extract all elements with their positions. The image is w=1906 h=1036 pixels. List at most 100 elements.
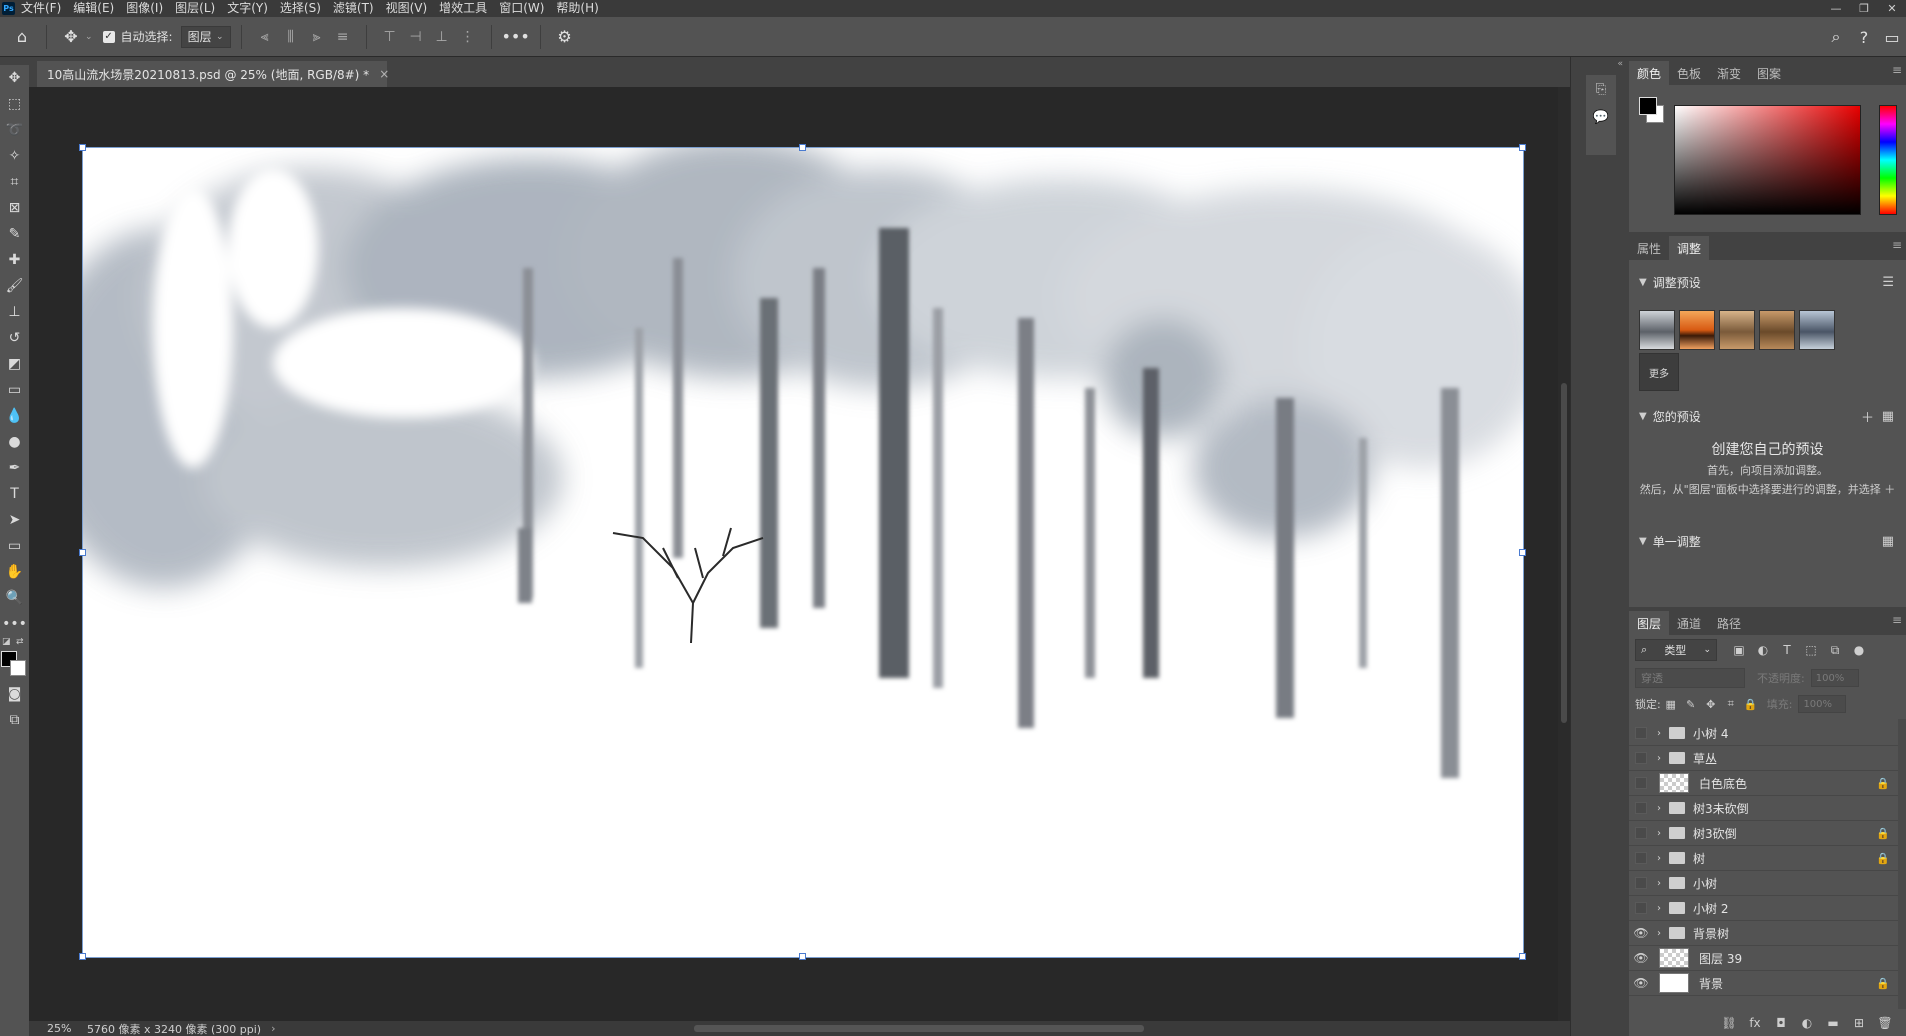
grid-view-icon[interactable]: ▦: [1882, 409, 1894, 424]
gear-icon[interactable]: ⚙: [551, 23, 579, 51]
shape-tool-icon[interactable]: ▭: [0, 533, 29, 559]
new-layer-icon[interactable]: ⊞: [1846, 1012, 1872, 1034]
visibility-toggle[interactable]: [1629, 821, 1653, 846]
vertical-scrollbar[interactable]: [1558, 87, 1570, 1021]
preset-thumbnail[interactable]: [1799, 310, 1835, 350]
stamp-tool-icon[interactable]: ⊥: [0, 299, 29, 325]
menu-edit[interactable]: 编辑(E): [67, 0, 120, 17]
layer-row[interactable]: › 草丛: [1629, 746, 1906, 771]
visibility-toggle[interactable]: [1629, 871, 1653, 896]
lock-artboard-icon[interactable]: ⌗: [1721, 694, 1741, 714]
history-brush-tool-icon[interactable]: ↺: [0, 325, 29, 351]
pixel-filter-icon[interactable]: ▣: [1727, 639, 1751, 661]
layer-row[interactable]: › 树 🔒: [1629, 846, 1906, 871]
more-presets-button[interactable]: 更多: [1639, 353, 1679, 391]
menu-select[interactable]: 选择(S): [274, 0, 327, 17]
chevron-right-icon[interactable]: ›: [1653, 728, 1665, 739]
layer-row[interactable]: 👁 背景 🔒: [1629, 971, 1906, 996]
transform-handle[interactable]: [1519, 144, 1526, 151]
blend-mode-dropdown[interactable]: 穿透: [1635, 668, 1745, 688]
menu-plugins[interactable]: 增效工具: [433, 0, 493, 17]
edit-toolbar-icon[interactable]: •••: [0, 611, 29, 637]
visibility-toggle[interactable]: [1629, 721, 1653, 746]
lock-image-icon[interactable]: ✎: [1681, 694, 1701, 714]
magic-wand-tool-icon[interactable]: ✧: [0, 143, 29, 169]
swap-colors-icon[interactable]: ⇄: [16, 637, 24, 647]
transform-handle[interactable]: [79, 144, 86, 151]
pen-tool-icon[interactable]: ✒: [0, 455, 29, 481]
quick-mask-icon[interactable]: ◙: [0, 681, 29, 707]
menu-window[interactable]: 窗口(W): [493, 0, 550, 17]
layer-row[interactable]: › 树3未砍倒: [1629, 796, 1906, 821]
grid-view-icon[interactable]: ▦: [1882, 534, 1894, 549]
panel-menu-icon[interactable]: ≡: [1892, 63, 1902, 77]
vertical-scroll-thumb[interactable]: [1561, 383, 1567, 723]
your-presets-header[interactable]: ▼ 您的预设 ＋ ▦: [1629, 404, 1906, 428]
visibility-toggle[interactable]: [1629, 796, 1653, 821]
eraser-tool-icon[interactable]: ◩: [0, 351, 29, 377]
tab-color[interactable]: 颜色: [1629, 61, 1670, 85]
color-picker-field[interactable]: [1674, 105, 1861, 215]
marquee-tool-icon[interactable]: ⬚: [0, 91, 29, 117]
distribute-vertical-icon[interactable]: ⋮: [455, 24, 481, 50]
preset-thumbnail[interactable]: [1679, 310, 1715, 350]
add-icon[interactable]: ＋: [1861, 407, 1874, 426]
preset-thumbnail[interactable]: [1759, 310, 1795, 350]
panel-menu-icon[interactable]: ≡: [1892, 238, 1902, 252]
tab-swatches[interactable]: 色板: [1669, 61, 1709, 85]
layer-row[interactable]: › 小树: [1629, 871, 1906, 896]
adjustment-filter-icon[interactable]: ◐: [1751, 639, 1775, 661]
tab-patterns[interactable]: 图案: [1749, 61, 1789, 85]
preset-thumbnail[interactable]: [1719, 310, 1755, 350]
list-view-icon[interactable]: ☰: [1882, 275, 1894, 290]
tab-properties[interactable]: 属性: [1629, 236, 1669, 260]
chevron-right-icon[interactable]: ›: [1653, 878, 1665, 889]
chevron-right-icon[interactable]: ›: [271, 1022, 275, 1035]
link-layers-icon[interactable]: ⛓: [1716, 1012, 1742, 1034]
crop-tool-icon[interactable]: ⌗: [0, 169, 29, 195]
transform-handle[interactable]: [79, 549, 86, 556]
layer-row[interactable]: 👁 图层 39: [1629, 946, 1906, 971]
help-icon[interactable]: ?: [1850, 23, 1878, 51]
visibility-toggle[interactable]: [1629, 771, 1653, 796]
layer-row[interactable]: › 树3砍倒 🔒: [1629, 821, 1906, 846]
transform-handle[interactable]: [1519, 549, 1526, 556]
document-tab[interactable]: 10高山流水场景20210813.psd @ 25% (地面, RGB/8#) …: [37, 61, 389, 87]
search-icon[interactable]: ⌕: [1822, 23, 1850, 51]
lasso-tool-icon[interactable]: ➰: [0, 117, 29, 143]
zoom-tool-icon[interactable]: 🔍: [0, 585, 29, 611]
document-info[interactable]: 5760 像素 x 3240 像素 (300 ppi): [87, 1021, 261, 1036]
align-top-icon[interactable]: ⊤: [377, 24, 403, 50]
distribute-icon[interactable]: ≡: [330, 24, 356, 50]
align-left-icon[interactable]: ⫷: [252, 24, 278, 50]
canvas-workspace[interactable]: [29, 87, 1570, 1021]
add-mask-icon[interactable]: ◘: [1768, 1012, 1794, 1034]
move-tool-icon[interactable]: ✥: [57, 23, 85, 51]
foreground-color-swatch[interactable]: [1639, 97, 1657, 115]
zoom-level[interactable]: 25%: [29, 1022, 71, 1035]
visibility-toggle[interactable]: [1629, 896, 1653, 921]
type-filter-icon[interactable]: T: [1775, 639, 1799, 661]
adjustment-presets-header[interactable]: ▼ 调整预设 ☰: [1629, 270, 1906, 294]
menu-help[interactable]: 帮助(H): [550, 0, 604, 17]
trash-icon[interactable]: 🗑: [1872, 1012, 1898, 1034]
visibility-toggle[interactable]: [1629, 746, 1653, 771]
close-icon[interactable]: ×: [379, 67, 389, 81]
tab-paths[interactable]: 路径: [1709, 611, 1749, 635]
layer-list-scrollbar[interactable]: [1898, 719, 1906, 1009]
menu-filter[interactable]: 滤镜(T): [327, 0, 380, 17]
tab-channels[interactable]: 通道: [1669, 611, 1709, 635]
transform-handle[interactable]: [799, 144, 806, 151]
minimize-icon[interactable]: —: [1822, 0, 1850, 17]
auto-select-target-dropdown[interactable]: 图层 ⌄: [180, 25, 231, 48]
history-panel-icon[interactable]: ⎘: [1586, 75, 1616, 103]
single-adjustment-header[interactable]: ▼ 单一调整 ▦: [1629, 529, 1906, 553]
healing-brush-tool-icon[interactable]: ✚: [0, 247, 29, 273]
layer-row[interactable]: 白色底色 🔒: [1629, 771, 1906, 796]
gradient-tool-icon[interactable]: ▭: [0, 377, 29, 403]
chevron-right-icon[interactable]: ›: [1653, 903, 1665, 914]
workspace-icon[interactable]: ▭: [1878, 23, 1906, 51]
smart-object-filter-icon[interactable]: ⧉: [1823, 639, 1847, 661]
hue-slider[interactable]: [1879, 105, 1897, 215]
comments-panel-icon[interactable]: 💬: [1586, 103, 1616, 131]
